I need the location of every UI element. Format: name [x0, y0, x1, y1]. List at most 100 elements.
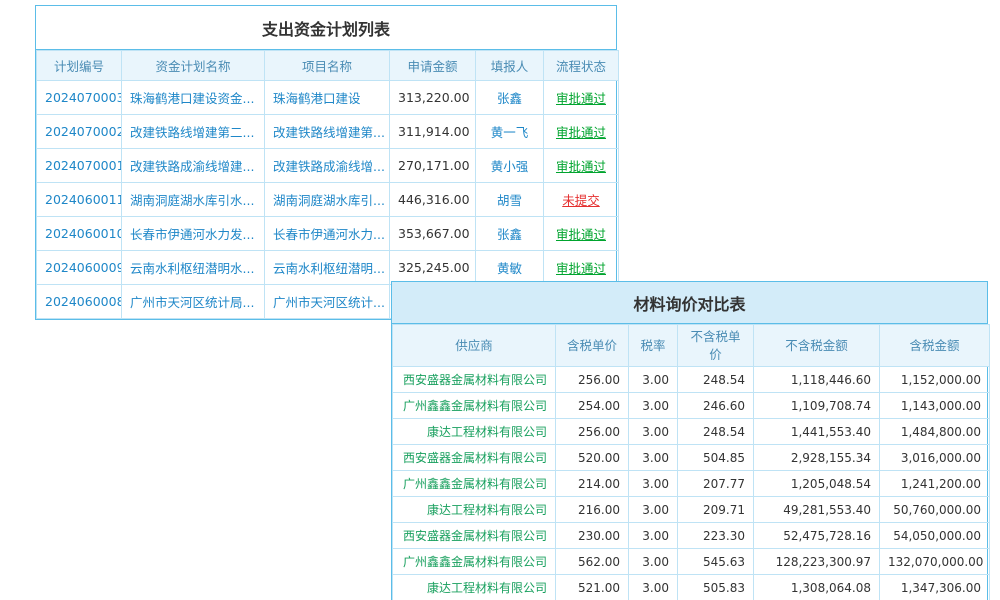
price-without-tax-cell: 248.54 [678, 367, 754, 393]
project-name-link[interactable]: 云南水利枢纽潜明... [273, 261, 385, 276]
price-without-tax-cell: 545.63 [678, 549, 754, 575]
project-name-link[interactable]: 改建铁路线增建第... [273, 125, 385, 140]
material-table-row: 康达工程材料有限公司 256.00 3.00 248.54 1,441,553.… [393, 419, 990, 445]
workflow-status-link[interactable]: 审批通过 [556, 125, 606, 140]
tax-rate-cell: 3.00 [629, 575, 678, 600]
fund-plan-name-link[interactable]: 改建铁路线增建第二... [130, 125, 254, 140]
price-with-tax-cell: 521.00 [556, 575, 629, 600]
plan-id-link[interactable]: 2024070003 [45, 90, 122, 105]
supplier-link[interactable]: 西安盛器金属材料有限公司 [403, 451, 547, 465]
amount-with-tax-cell: 1,152,000.00 [880, 367, 990, 393]
project-name-link[interactable]: 珠海鹤港口建设 [273, 91, 361, 106]
amount-without-tax-cell: 52,475,728.16 [754, 523, 880, 549]
request-amount-cell: 446,316.00 [390, 183, 476, 217]
price-without-tax-cell: 246.60 [678, 393, 754, 419]
plan-id-link[interactable]: 2024070002 [45, 124, 122, 139]
expenditure-table-row: 2024060010 长春市伊通河水力发... 长春市伊通河水力... 353,… [37, 217, 619, 251]
expenditure-table: 计划编号资金计划名称项目名称申请金额填报人流程状态 2024070003 珠海鹤… [36, 50, 619, 319]
supplier-link[interactable]: 西安盛器金属材料有限公司 [403, 529, 547, 543]
project-name-link[interactable]: 改建铁路成渝线增... [273, 159, 385, 174]
plan-id-link[interactable]: 2024060011 [45, 192, 122, 207]
reporter-link[interactable]: 黄一飞 [491, 125, 529, 140]
column-header: 计划编号 [37, 51, 122, 81]
plan-id-link[interactable]: 2024060008 [45, 294, 122, 309]
supplier-link[interactable]: 西安盛器金属材料有限公司 [403, 373, 547, 387]
request-amount-cell: 353,667.00 [390, 217, 476, 251]
material-panel-title: 材料询价对比表 [392, 282, 987, 324]
tax-rate-cell: 3.00 [629, 445, 678, 471]
request-amount-cell: 325,245.00 [390, 251, 476, 285]
supplier-link[interactable]: 康达工程材料有限公司 [427, 503, 547, 517]
tax-rate-cell: 3.00 [629, 367, 678, 393]
fund-plan-name-link[interactable]: 云南水利枢纽潜明水... [130, 261, 254, 276]
amount-with-tax-cell: 54,050,000.00 [880, 523, 990, 549]
material-inquiry-panel: 材料询价对比表 供应商含税单价税率不含税单价不含税金额含税金额 西安盛器金属材料… [391, 281, 988, 600]
material-table-row: 广州鑫鑫金属材料有限公司 562.00 3.00 545.63 128,223,… [393, 549, 990, 575]
amount-without-tax-cell: 49,281,553.40 [754, 497, 880, 523]
price-without-tax-cell: 505.83 [678, 575, 754, 600]
fund-plan-name-link[interactable]: 改建铁路成渝线增建... [130, 159, 254, 174]
reporter-link[interactable]: 张鑫 [497, 91, 522, 106]
column-header: 不含税金额 [754, 325, 880, 367]
material-table-row: 西安盛器金属材料有限公司 520.00 3.00 504.85 2,928,15… [393, 445, 990, 471]
supplier-link[interactable]: 广州鑫鑫金属材料有限公司 [403, 555, 547, 569]
amount-without-tax-cell: 1,205,048.54 [754, 471, 880, 497]
tax-rate-cell: 3.00 [629, 419, 678, 445]
workflow-status-link[interactable]: 审批通过 [556, 261, 606, 276]
price-without-tax-cell: 248.54 [678, 419, 754, 445]
material-table-row: 广州鑫鑫金属材料有限公司 214.00 3.00 207.77 1,205,04… [393, 471, 990, 497]
price-with-tax-cell: 256.00 [556, 367, 629, 393]
reporter-link[interactable]: 黄小强 [491, 159, 529, 174]
workflow-status-link[interactable]: 审批通过 [556, 227, 606, 242]
material-table: 供应商含税单价税率不含税单价不含税金额含税金额 西安盛器金属材料有限公司 256… [392, 324, 990, 600]
amount-with-tax-cell: 1,347,306.00 [880, 575, 990, 600]
amount-without-tax-cell: 1,441,553.40 [754, 419, 880, 445]
supplier-link[interactable]: 广州鑫鑫金属材料有限公司 [403, 477, 547, 491]
supplier-link[interactable]: 康达工程材料有限公司 [427, 581, 547, 595]
column-header: 含税金额 [880, 325, 990, 367]
column-header: 项目名称 [265, 51, 390, 81]
plan-id-link[interactable]: 2024060010 [45, 226, 122, 241]
supplier-link[interactable]: 康达工程材料有限公司 [427, 425, 547, 439]
price-with-tax-cell: 216.00 [556, 497, 629, 523]
amount-without-tax-cell: 1,109,708.74 [754, 393, 880, 419]
tax-rate-cell: 3.00 [629, 471, 678, 497]
material-table-row: 西安盛器金属材料有限公司 230.00 3.00 223.30 52,475,7… [393, 523, 990, 549]
reporter-link[interactable]: 胡雪 [497, 193, 522, 208]
price-without-tax-cell: 223.30 [678, 523, 754, 549]
amount-without-tax-cell: 1,118,446.60 [754, 367, 880, 393]
column-header: 税率 [629, 325, 678, 367]
column-header: 申请金额 [390, 51, 476, 81]
reporter-link[interactable]: 张鑫 [497, 227, 522, 242]
price-without-tax-cell: 209.71 [678, 497, 754, 523]
workflow-status-link[interactable]: 审批通过 [556, 91, 606, 106]
workflow-status-link[interactable]: 审批通过 [556, 159, 606, 174]
project-name-link[interactable]: 广州市天河区统计... [273, 295, 385, 310]
price-with-tax-cell: 230.00 [556, 523, 629, 549]
expenditure-table-row: 2024070001 改建铁路成渝线增建... 改建铁路成渝线增... 270,… [37, 149, 619, 183]
project-name-link[interactable]: 长春市伊通河水力... [273, 227, 385, 242]
material-table-row: 广州鑫鑫金属材料有限公司 254.00 3.00 246.60 1,109,70… [393, 393, 990, 419]
fund-plan-name-link[interactable]: 长春市伊通河水力发... [130, 227, 254, 242]
fund-plan-name-link[interactable]: 珠海鹤港口建设资金... [130, 91, 254, 106]
amount-with-tax-cell: 1,241,200.00 [880, 471, 990, 497]
amount-without-tax-cell: 1,308,064.08 [754, 575, 880, 600]
workflow-status-link[interactable]: 未提交 [562, 193, 600, 208]
price-with-tax-cell: 562.00 [556, 549, 629, 575]
fund-plan-name-link[interactable]: 湖南洞庭湖水库引水... [130, 193, 254, 208]
tax-rate-cell: 3.00 [629, 497, 678, 523]
amount-without-tax-cell: 2,928,155.34 [754, 445, 880, 471]
fund-plan-name-link[interactable]: 广州市天河区统计局... [130, 295, 254, 310]
amount-with-tax-cell: 3,016,000.00 [880, 445, 990, 471]
project-name-link[interactable]: 湖南洞庭湖水库引... [273, 193, 385, 208]
material-header-row: 供应商含税单价税率不含税单价不含税金额含税金额 [393, 325, 990, 367]
column-header: 流程状态 [544, 51, 619, 81]
price-with-tax-cell: 256.00 [556, 419, 629, 445]
plan-id-link[interactable]: 2024070001 [45, 158, 122, 173]
column-header: 填报人 [476, 51, 544, 81]
amount-with-tax-cell: 132,070,000.00 [880, 549, 990, 575]
supplier-link[interactable]: 广州鑫鑫金属材料有限公司 [403, 399, 547, 413]
amount-with-tax-cell: 1,143,000.00 [880, 393, 990, 419]
plan-id-link[interactable]: 2024060009 [45, 260, 122, 275]
reporter-link[interactable]: 黄敏 [497, 261, 522, 276]
